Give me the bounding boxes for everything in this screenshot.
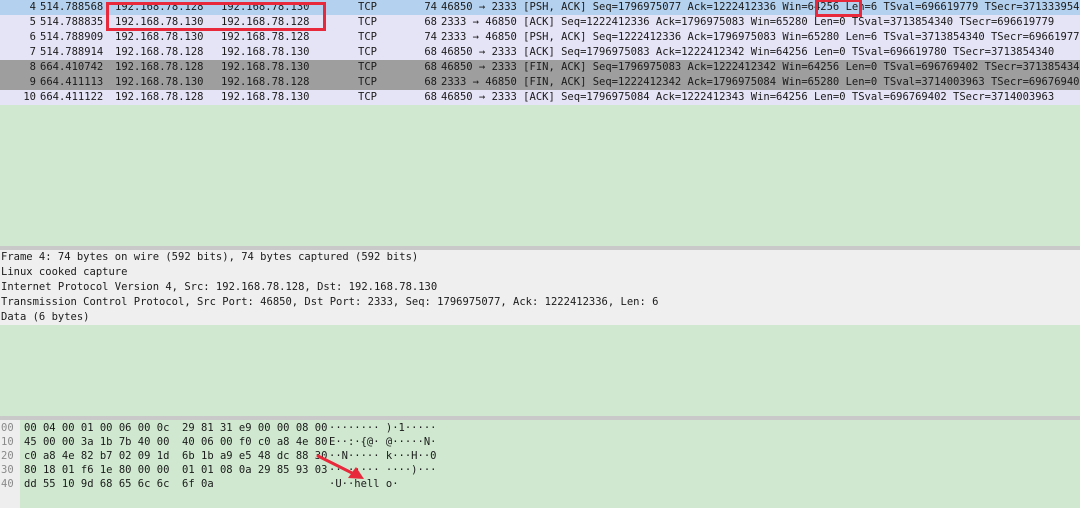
packet-row[interactable]: 8 664.410742 192.168.78.128 192.168.78.1… <box>0 60 1080 75</box>
packet-destination: 192.168.78.130 <box>221 46 310 58</box>
packet-source: 192.168.78.128 <box>115 61 204 73</box>
packet-bytes-pane[interactable]: 00 00 04 00 01 00 06 00 0c 29 81 31 e9 0… <box>0 420 1080 508</box>
packet-time: 664.410742 <box>40 61 104 73</box>
packet-number: 6 <box>29 31 36 43</box>
byte-offset: 20 <box>1 450 14 462</box>
packet-length: 74 <box>424 1 437 13</box>
byte-offset: 40 <box>1 478 14 490</box>
detail-frame[interactable]: Frame 4: 74 bytes on wire (592 bits), 74… <box>0 250 1080 265</box>
packet-info: 46850 → 2333 [ACK] Seq=1796975084 Ack=12… <box>441 91 1055 103</box>
packet-row[interactable]: 4 514.788568 192.168.78.128 192.168.78.1… <box>0 0 1080 15</box>
packet-info: 46850 → 2333 [ACK] Seq=1796975083 Ack=12… <box>441 46 1055 58</box>
packet-number: 8 <box>29 61 36 73</box>
packet-source: 192.168.78.128 <box>115 91 204 103</box>
byte-offset: 30 <box>1 464 14 476</box>
detail-data[interactable]: Data (6 bytes) <box>0 310 1080 325</box>
packet-length: 68 <box>424 61 437 73</box>
byte-ascii[interactable]: E··:·{@· @·····N· <box>329 436 436 449</box>
packet-row[interactable]: 9 664.411113 192.168.78.130 192.168.78.1… <box>0 75 1080 90</box>
byte-offset: 10 <box>1 436 14 448</box>
packet-number: 7 <box>29 46 36 58</box>
byte-row: 40 dd 55 10 9d 68 65 6c 6c 6f 0a ·U··hel… <box>0 478 1080 491</box>
packet-info: 46850 → 2333 [FIN, ACK] Seq=1796975083 A… <box>441 61 1080 73</box>
detail-ipv4[interactable]: Internet Protocol Version 4, Src: 192.16… <box>0 280 1080 295</box>
packet-row[interactable]: 7 514.788914 192.168.78.128 192.168.78.1… <box>0 45 1080 60</box>
packet-destination: 192.168.78.130 <box>221 91 310 103</box>
packet-time: 514.788568 <box>40 1 104 13</box>
byte-row: 10 45 00 00 3a 1b 7b 40 00 40 06 00 f0 c… <box>0 436 1080 449</box>
packet-length: 68 <box>424 16 437 28</box>
packet-protocol: TCP <box>358 46 377 58</box>
packet-time: 664.411113 <box>40 76 104 88</box>
packet-list-pane[interactable]: 4 514.788568 192.168.78.128 192.168.78.1… <box>0 0 1080 246</box>
packet-protocol: TCP <box>358 31 377 43</box>
packet-info: 46850 → 2333 [PSH, ACK] Seq=1796975077 A… <box>441 1 1080 13</box>
detail-linux-cooked[interactable]: Linux cooked capture <box>0 265 1080 280</box>
byte-hex[interactable]: dd 55 10 9d 68 65 6c 6c 6f 0a <box>24 478 214 491</box>
byte-hex[interactable]: 80 18 01 f6 1e 80 00 00 01 01 08 0a 29 8… <box>24 464 327 477</box>
packet-number: 9 <box>29 76 36 88</box>
packet-time: 514.788909 <box>40 31 104 43</box>
packet-row[interactable]: 6 514.788909 192.168.78.130 192.168.78.1… <box>0 30 1080 45</box>
packet-info: 2333 → 46850 [ACK] Seq=1222412336 Ack=17… <box>441 16 1055 28</box>
packet-row[interactable]: 5 514.788835 192.168.78.130 192.168.78.1… <box>0 15 1080 30</box>
byte-row: 00 00 04 00 01 00 06 00 0c 29 81 31 e9 0… <box>0 422 1080 435</box>
packet-protocol: TCP <box>358 1 377 13</box>
detail-tcp[interactable]: Transmission Control Protocol, Src Port:… <box>0 295 1080 310</box>
packet-source: 192.168.78.130 <box>115 76 204 88</box>
packet-destination: 192.168.78.130 <box>221 1 310 13</box>
annotation-arrow-icon <box>316 454 364 479</box>
packet-info: 2333 → 46850 [PSH, ACK] Seq=1222412336 A… <box>441 31 1080 43</box>
packet-time: 514.788835 <box>40 16 104 28</box>
packet-length: 68 <box>424 46 437 58</box>
packet-protocol: TCP <box>358 16 377 28</box>
packet-length: 68 <box>424 91 437 103</box>
byte-offset: 00 <box>1 422 14 434</box>
packet-destination: 192.168.78.130 <box>221 61 310 73</box>
byte-row: 20 c0 a8 4e 82 b7 02 09 1d 6b 1b a9 e5 4… <box>0 450 1080 463</box>
packet-source: 192.168.78.128 <box>115 46 204 58</box>
packet-number: 5 <box>29 16 36 28</box>
byte-hex[interactable]: 45 00 00 3a 1b 7b 40 00 40 06 00 f0 c0 a… <box>24 436 327 449</box>
packet-number: 10 <box>23 91 36 103</box>
packet-number: 4 <box>29 1 36 13</box>
packet-source: 192.168.78.130 <box>115 16 204 28</box>
packet-protocol: TCP <box>358 76 377 88</box>
packet-length: 68 <box>424 76 437 88</box>
byte-hex[interactable]: 00 04 00 01 00 06 00 0c 29 81 31 e9 00 0… <box>24 422 327 435</box>
packet-info: 2333 → 46850 [FIN, ACK] Seq=1222412342 A… <box>441 76 1080 88</box>
packet-length: 74 <box>424 31 437 43</box>
packet-time: 664.411122 <box>40 91 104 103</box>
packet-protocol: TCP <box>358 91 377 103</box>
byte-hex[interactable]: c0 a8 4e 82 b7 02 09 1d 6b 1b a9 e5 48 d… <box>24 450 327 463</box>
packet-time: 514.788914 <box>40 46 104 58</box>
packet-protocol: TCP <box>358 61 377 73</box>
byte-row: 30 80 18 01 f6 1e 80 00 00 01 01 08 0a 2… <box>0 464 1080 477</box>
packet-row[interactable]: 10 664.411122 192.168.78.128 192.168.78.… <box>0 90 1080 105</box>
packet-destination: 192.168.78.128 <box>221 16 310 28</box>
packet-details-pane[interactable]: Frame 4: 74 bytes on wire (592 bits), 74… <box>0 250 1080 416</box>
byte-ascii[interactable]: ········ )·1····· <box>329 422 436 435</box>
packet-source: 192.168.78.128 <box>115 1 204 13</box>
packet-destination: 192.168.78.128 <box>221 31 310 43</box>
packet-source: 192.168.78.130 <box>115 31 204 43</box>
packet-destination: 192.168.78.128 <box>221 76 310 88</box>
